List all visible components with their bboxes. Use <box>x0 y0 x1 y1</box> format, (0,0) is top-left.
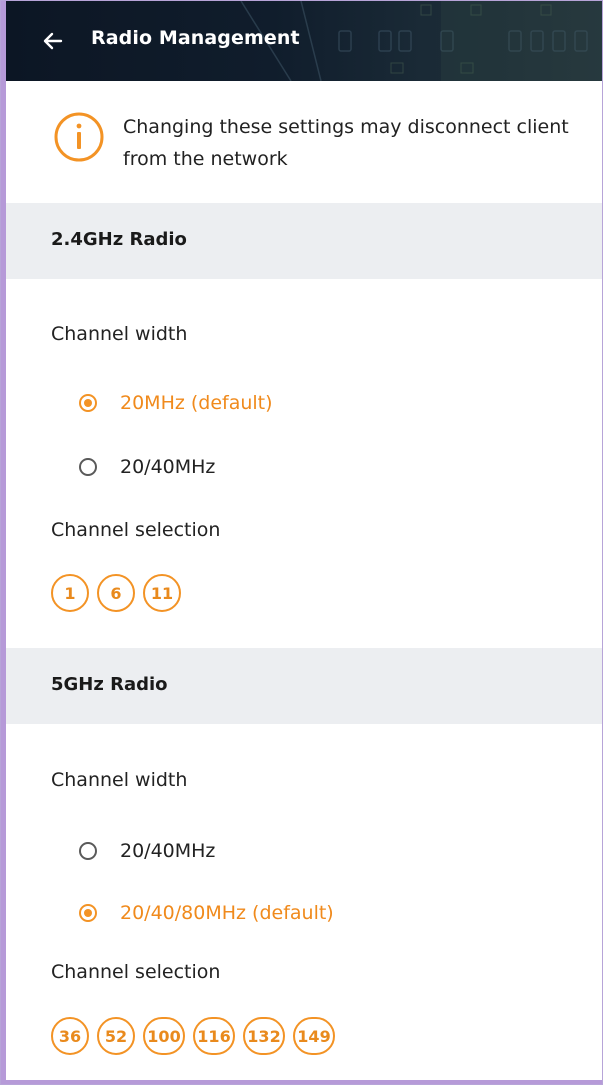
channel-chip-52[interactable]: 52 <box>97 1017 135 1055</box>
channel-selection-label-24ghz: Channel selection <box>51 519 221 541</box>
channel-chip-149[interactable]: 149 <box>293 1017 335 1055</box>
radio-option-5ghz-20-40mhz[interactable]: 20/40MHz <box>79 835 215 867</box>
radio-option-label: 20/40MHz <box>120 840 216 862</box>
channel-chips-24ghz: 1 6 11 <box>51 574 181 612</box>
page-title: Radio Management <box>91 27 300 49</box>
app-header: Radio Management <box>1 1 602 81</box>
section-title-24ghz: 2.4GHz Radio <box>51 229 187 250</box>
radio-button-unchecked[interactable] <box>79 458 97 476</box>
radio-option-label: 20/40MHz <box>120 456 216 478</box>
radio-option-24ghz-20mhz[interactable]: 20MHz (default) <box>79 387 273 419</box>
app-frame: Radio Management Changing these settings… <box>0 0 603 1085</box>
channel-chip-100[interactable]: 100 <box>143 1017 185 1055</box>
channel-chip-6[interactable]: 6 <box>97 574 135 612</box>
radio-button-checked[interactable] <box>79 904 97 922</box>
section-header-5ghz: 5GHz Radio <box>1 648 602 724</box>
notice-message: Changing these settings may disconnect c… <box>123 116 569 170</box>
info-circle-icon <box>54 112 104 162</box>
channel-selection-label-5ghz: Channel selection <box>51 961 221 983</box>
section-title-5ghz: 5GHz Radio <box>51 674 168 695</box>
channel-chip-1[interactable]: 1 <box>51 574 89 612</box>
radio-button-checked[interactable] <box>79 394 97 412</box>
arrow-left-icon <box>43 32 63 50</box>
radio-option-24ghz-20-40mhz[interactable]: 20/40MHz <box>79 451 215 483</box>
back-button[interactable] <box>37 25 69 57</box>
radio-option-label: 20/40/80MHz (default) <box>120 902 334 924</box>
channel-chips-5ghz: 36 52 100 116 132 149 <box>51 1017 335 1055</box>
channel-chip-132[interactable]: 132 <box>243 1017 285 1055</box>
channel-width-label-24ghz: Channel width <box>51 323 188 345</box>
channel-chip-36[interactable]: 36 <box>51 1017 89 1055</box>
channel-chip-116[interactable]: 116 <box>193 1017 235 1055</box>
radio-button-unchecked[interactable] <box>79 842 97 860</box>
radio-option-label: 20MHz (default) <box>120 392 273 414</box>
channel-width-label-5ghz: Channel width <box>51 769 188 791</box>
warning-notice: Changing these settings may disconnect c… <box>1 81 602 203</box>
section-header-24ghz: 2.4GHz Radio <box>1 203 602 279</box>
channel-chip-11[interactable]: 11 <box>143 574 181 612</box>
radio-option-5ghz-20-40-80mhz[interactable]: 20/40/80MHz (default) <box>79 897 334 929</box>
